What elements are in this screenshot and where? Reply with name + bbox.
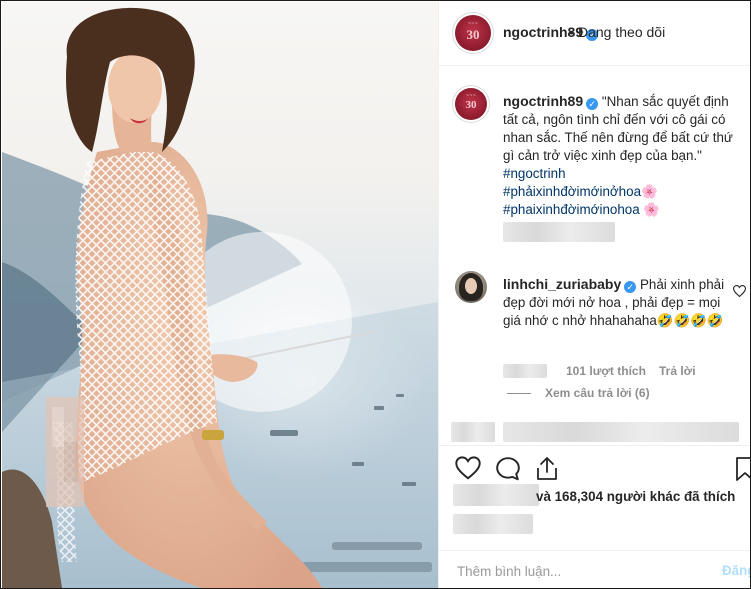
comment-timestamp-redacted [503, 364, 547, 378]
caption-timestamp-redacted [503, 222, 615, 242]
hashtag-link[interactable]: #phaixinhđờimớinohoa 🌸 [503, 201, 739, 219]
comments-area: ~~~ 30 ngoctrinh89 ✓ "Nhan sắc quyết định… [439, 66, 750, 445]
comment-like-count[interactable]: 101 lượt thích [566, 364, 646, 378]
verified-badge-icon: ✓ [586, 98, 599, 110]
comment-icon[interactable] [495, 456, 521, 482]
author-avatar[interactable]: ~~~ 30 [455, 15, 491, 51]
header-separator: • [569, 24, 574, 40]
reply-button[interactable]: Trả lời [659, 364, 696, 378]
comment-like-count-text: 101 lượt thích [566, 364, 646, 378]
share-icon[interactable] [535, 456, 559, 482]
post-header: ~~~ 30 ngoctrinh89 ✓ • Đang theo dõi [439, 2, 750, 66]
post-side-panel: ~~~ 30 ngoctrinh89 ✓ • Đang theo dõi ~~~ … [438, 2, 751, 588]
heart-icon[interactable] [455, 456, 481, 480]
photo-illustration [2, 7, 438, 588]
likes-summary[interactable]: và 168,304 người khác đã thích [536, 489, 735, 504]
view-replies-button[interactable]: Xem câu trả lời (6) [545, 386, 650, 400]
post-photo[interactable] [2, 2, 438, 588]
avatar-badge-number: 30 [466, 27, 480, 42]
caption-username[interactable]: ngoctrinh89 [503, 93, 583, 109]
avatar-badge-number: 30 [465, 99, 477, 111]
liked-by-user-redacted [453, 484, 539, 506]
follow-status-button[interactable]: Đang theo dõi [578, 24, 665, 40]
post-date-redacted [453, 514, 533, 534]
caption-author-avatar[interactable]: ~~~ 30 [455, 88, 487, 120]
comment: linhchi_zuriababy ✓ Phải xinh phải đẹp đờ… [503, 275, 739, 330]
hashtag-link[interactable]: #ngoctrinh [503, 165, 739, 183]
next-comment-redacted [451, 422, 495, 442]
add-comment-bar: Đăng [439, 550, 750, 588]
verified-badge-icon: ✓ [624, 281, 637, 293]
instagram-post-modal: ~~~ 30 ngoctrinh89 ✓ • Đang theo dõi ~~~ … [0, 0, 751, 589]
avatar-face-shape [465, 278, 477, 294]
post-comment-button[interactable]: Đăng [722, 563, 750, 578]
hashtag-link[interactable]: #phảixinhđờimớinởhoa🌸 [503, 183, 739, 201]
comment-username[interactable]: linhchi_zuriababy [503, 276, 621, 292]
replies-divider [507, 393, 531, 394]
reply-button-label: Trả lời [659, 364, 696, 378]
next-comment-redacted [503, 422, 739, 442]
comment-avatar[interactable] [455, 271, 487, 303]
comment-like-heart-icon[interactable] [733, 285, 746, 297]
comment-input[interactable] [455, 559, 709, 583]
bookmark-icon[interactable] [735, 456, 751, 482]
caption: ngoctrinh89 ✓ "Nhan sắc quyết định tất cả… [503, 92, 739, 219]
